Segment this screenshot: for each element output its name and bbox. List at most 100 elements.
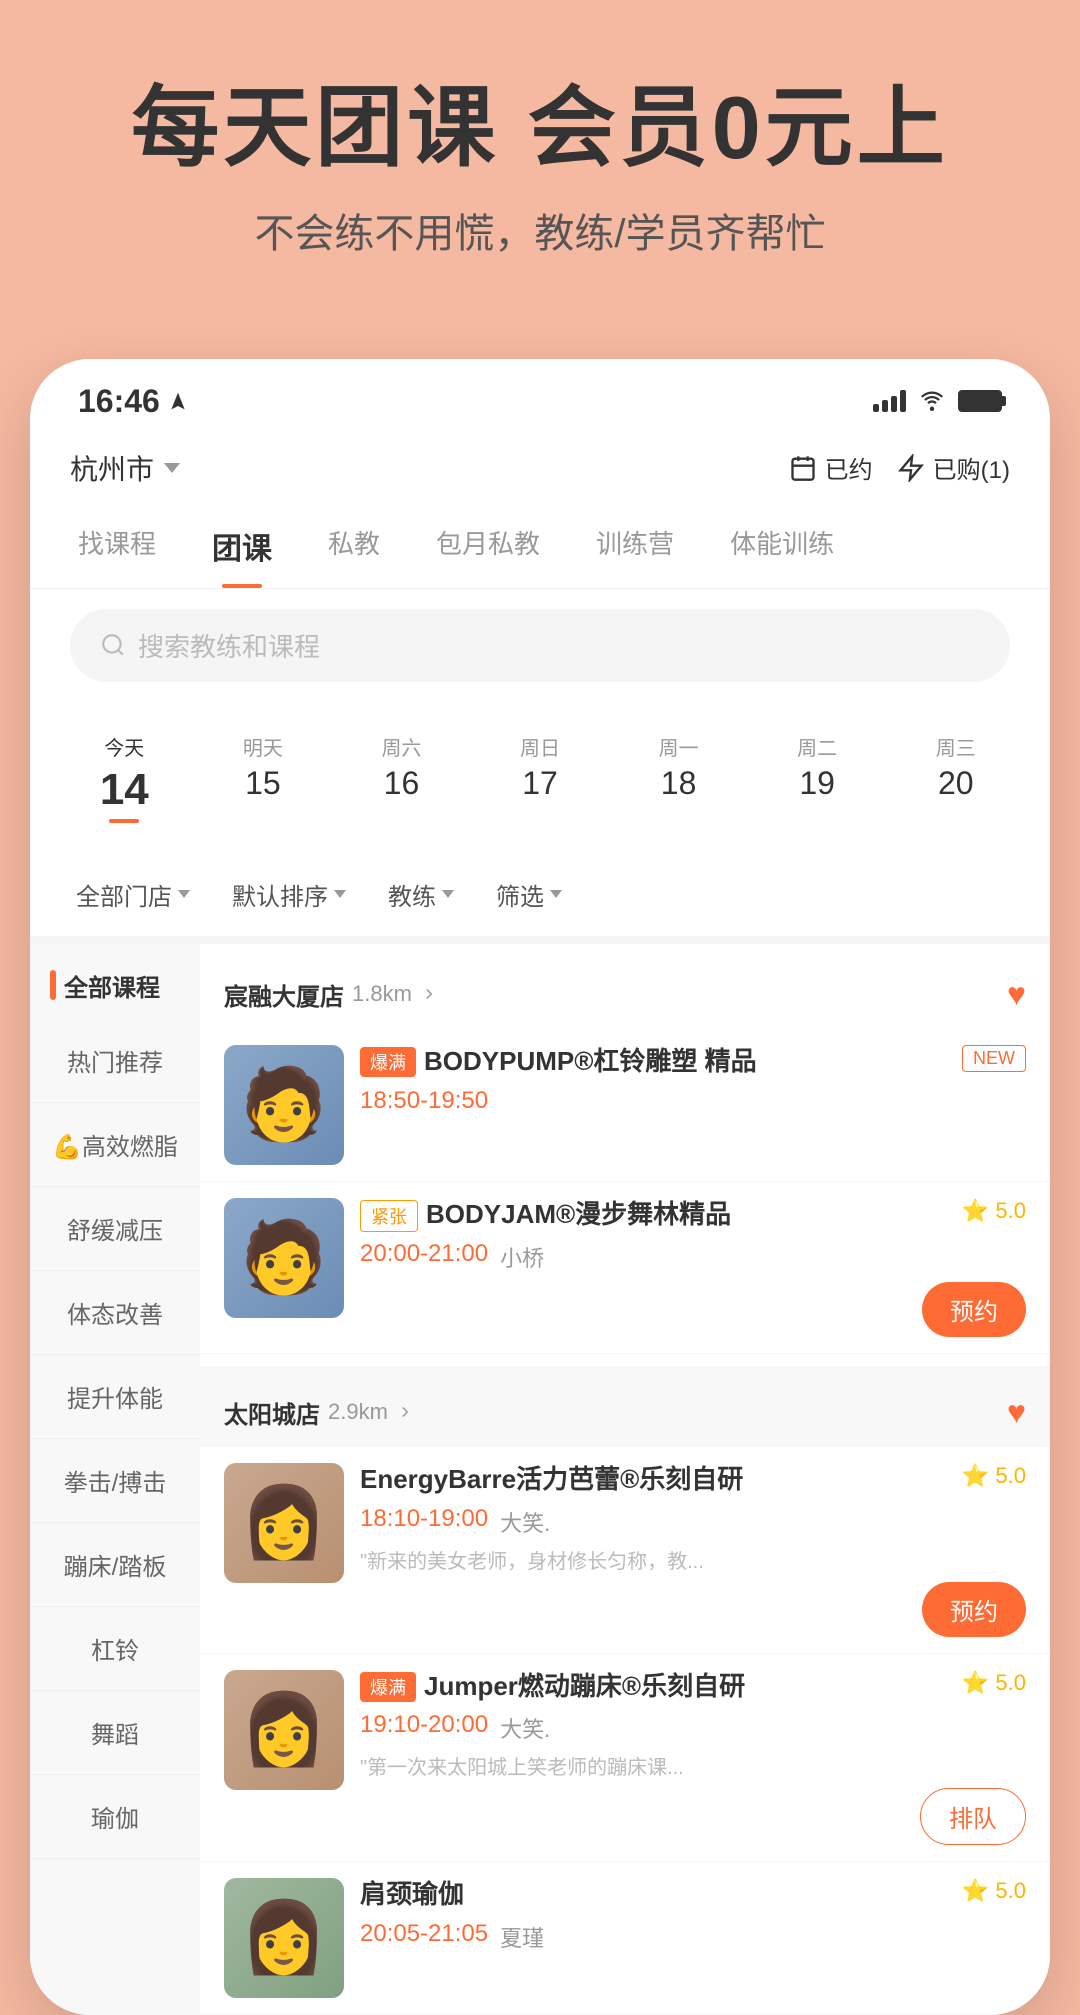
battery-icon xyxy=(958,390,1002,412)
filter-default-sort[interactable]: 默认排序 xyxy=(216,869,362,920)
sidebar-item-dance[interactable]: 舞蹈 xyxy=(30,1691,200,1775)
course-card-shoulder-yoga: 👩 肩颈瑜伽 ⭐ 5.0 20:05-21:05 夏瑾 xyxy=(200,1862,1050,2015)
chevron-down-icon xyxy=(442,890,454,898)
chevron-right-icon-2 xyxy=(396,1403,414,1421)
tab-group-class[interactable]: 团课 xyxy=(184,504,300,588)
date-selector: 今天 14 明天 15 周六 16 周日 17 周一 18 周二 19 周三 2… xyxy=(30,702,1050,853)
course-info-5: 肩颈瑜伽 ⭐ 5.0 20:05-21:05 夏瑾 xyxy=(360,1878,1026,1960)
tab-monthly-pt[interactable]: 包月私教 xyxy=(408,504,568,588)
course-action-4: 排队 xyxy=(360,1788,1026,1845)
course-thumbnail-3: 👩 xyxy=(224,1463,344,1583)
course-time-4: 19:10-20:00 xyxy=(360,1711,488,1739)
course-thumbnail-5: 👩 xyxy=(224,1878,344,1998)
location-selector[interactable]: 杭州市 xyxy=(70,448,180,488)
store-header-2: 太阳城店 2.9km ♥ xyxy=(200,1366,1050,1447)
sidebar-item-fitness[interactable]: 提升体能 xyxy=(30,1355,200,1439)
hero-subtitle: 不会练不用慌，教练/学员齐帮忙 xyxy=(60,201,1020,259)
filter-more[interactable]: 筛选 xyxy=(480,869,578,920)
date-sun[interactable]: 周日 17 xyxy=(476,722,605,833)
favorite-icon-1[interactable]: ♥ xyxy=(1007,976,1026,1013)
sidebar-item-trampoline[interactable]: 蹦床/踏板 xyxy=(30,1523,200,1607)
sidebar-item-stress[interactable]: 舒缓减压 xyxy=(30,1187,200,1271)
status-bar: 16:46 xyxy=(30,359,1050,432)
course-instructor-4: 大笑. xyxy=(500,1712,550,1744)
wifi-icon xyxy=(918,391,946,411)
tab-bar: 找课程 团课 私教 包月私教 训练营 体能训练 xyxy=(30,504,1050,589)
filter-all-stores[interactable]: 全部门店 xyxy=(60,869,206,920)
main-content: 全部课程 热门推荐 💪高效燃脂 舒缓减压 体态改善 提升体能 拳击/搏击 蹦床/… xyxy=(30,944,1050,2015)
course-title-row-3: EnergyBarre活力芭蕾®乐刻自研 ⭐ 5.0 xyxy=(360,1463,1026,1497)
course-card-jumper: 👩 爆满 Jumper燃动蹦床®乐刻自研 ⭐ 5.0 19:10-20:00 大… xyxy=(200,1654,1050,1863)
filter-bar: 全部门店 默认排序 教练 筛选 xyxy=(30,853,1050,944)
sidebar: 全部课程 热门推荐 💪高效燃脂 舒缓减压 体态改善 提升体能 拳击/搏击 蹦床/… xyxy=(30,944,200,2015)
tab-training-camp[interactable]: 训练营 xyxy=(568,504,702,588)
chevron-right-icon xyxy=(420,985,438,1003)
phone-mockup: 16:46 杭州市 xyxy=(30,359,1050,2015)
search-input-container[interactable]: 搜索教练和课程 xyxy=(70,609,1010,682)
new-badge-1: NEW xyxy=(962,1045,1026,1072)
date-sat[interactable]: 周六 16 xyxy=(337,722,466,833)
date-today[interactable]: 今天 14 xyxy=(60,722,189,833)
course-card-bodypump: 🧑 爆满 BODYPUMP®杠铃雕塑 精品 NEW 18:50-19:50 xyxy=(200,1029,1050,1182)
course-thumbnail-2: 🧑 xyxy=(224,1198,344,1318)
sidebar-item-fat-burn[interactable]: 💪高效燃脂 xyxy=(30,1103,200,1187)
course-action-2: 预约 xyxy=(360,1282,1026,1337)
course-instructor-5: 夏瑾 xyxy=(500,1921,544,1953)
tab-fitness-training[interactable]: 体能训练 xyxy=(702,504,862,588)
course-time-5: 20:05-21:05 xyxy=(360,1920,488,1948)
hero-section: 每天团课 会员0元上 不会练不用慌，教练/学员齐帮忙 xyxy=(0,0,1080,319)
status-icons xyxy=(873,390,1002,412)
store-name-2[interactable]: 太阳城店 2.9km xyxy=(224,1395,414,1430)
date-tomorrow[interactable]: 明天 15 xyxy=(199,722,328,833)
store-header-1: 宸融大厦店 1.8km ♥ xyxy=(200,956,1050,1029)
sidebar-item-popular[interactable]: 热门推荐 xyxy=(30,1019,200,1103)
course-time-3: 18:10-19:00 xyxy=(360,1505,488,1533)
course-info-2: 紧张 BODYJAM®漫步舞林精品 ⭐ 5.0 20:00-21:00 小桥 预… xyxy=(360,1198,1026,1337)
course-thumbnail-1: 🧑 xyxy=(224,1045,344,1165)
course-thumbnail-4: 👩 xyxy=(224,1670,344,1790)
store-name-1[interactable]: 宸融大厦店 1.8km xyxy=(224,977,438,1012)
course-time-1: 18:50-19:50 xyxy=(360,1087,1026,1115)
book-button-2[interactable]: 预约 xyxy=(922,1282,1026,1337)
store-section-2: 太阳城店 2.9km ♥ 👩 xyxy=(200,1366,1050,2015)
signal-icon xyxy=(873,390,906,412)
course-title-row-5: 肩颈瑜伽 ⭐ 5.0 xyxy=(360,1878,1026,1912)
date-tue[interactable]: 周二 19 xyxy=(753,722,882,833)
navigation-icon xyxy=(168,391,188,411)
course-card-energybarre: 👩 EnergyBarre活力芭蕾®乐刻自研 ⭐ 5.0 18:10-19:00… xyxy=(200,1447,1050,1654)
course-badge-full-4: 爆满 xyxy=(360,1672,416,1702)
tab-personal-training[interactable]: 私教 xyxy=(300,504,408,588)
course-desc-4: "第一次来太阳城上笑老师的蹦床课... xyxy=(360,1751,1026,1780)
sidebar-item-posture[interactable]: 体态改善 xyxy=(30,1271,200,1355)
course-info-4: 爆满 Jumper燃动蹦床®乐刻自研 ⭐ 5.0 19:10-20:00 大笑.… xyxy=(360,1670,1026,1846)
search-bar: 搜索教练和课程 xyxy=(30,589,1050,702)
course-list: 宸融大厦店 1.8km ♥ 🧑 xyxy=(200,944,1050,2015)
book-button-3[interactable]: 预约 xyxy=(922,1582,1026,1637)
course-title-row-2: 紧张 BODYJAM®漫步舞林精品 ⭐ 5.0 xyxy=(360,1198,1026,1232)
favorite-icon-2[interactable]: ♥ xyxy=(1007,1394,1026,1431)
booked-button[interactable]: 已约 xyxy=(789,450,873,485)
status-time: 16:46 xyxy=(78,383,188,420)
course-action-3: 预约 xyxy=(360,1582,1026,1637)
search-icon xyxy=(100,632,126,658)
chevron-down-icon xyxy=(334,890,346,898)
sidebar-item-yoga[interactable]: 瑜伽 xyxy=(30,1775,200,1859)
filter-instructor[interactable]: 教练 xyxy=(372,869,470,920)
queue-button-4[interactable]: 排队 xyxy=(920,1788,1026,1845)
date-wed[interactable]: 周三 20 xyxy=(891,722,1020,833)
course-info-3: EnergyBarre活力芭蕾®乐刻自研 ⭐ 5.0 18:10-19:00 大… xyxy=(360,1463,1026,1637)
hero-title: 每天团课 会员0元上 xyxy=(60,80,1020,177)
lightning-icon xyxy=(897,454,925,482)
chevron-down-icon xyxy=(550,890,562,898)
sidebar-item-boxing[interactable]: 拳击/搏击 xyxy=(30,1439,200,1523)
sidebar-accent-bar xyxy=(50,970,56,1000)
sidebar-header: 全部课程 xyxy=(30,944,200,1019)
course-title-row-4: 爆满 Jumper燃动蹦床®乐刻自研 ⭐ 5.0 xyxy=(360,1670,1026,1704)
star-rating-4: ⭐ 5.0 xyxy=(962,1670,1026,1696)
sidebar-item-barbell[interactable]: 杠铃 xyxy=(30,1607,200,1691)
purchased-button[interactable]: 已购(1) xyxy=(897,450,1010,485)
tab-find-courses[interactable]: 找课程 xyxy=(50,504,184,588)
date-mon[interactable]: 周一 18 xyxy=(614,722,743,833)
course-time-2: 20:00-21:00 xyxy=(360,1240,488,1268)
course-instructor-2: 小桥 xyxy=(500,1241,544,1273)
